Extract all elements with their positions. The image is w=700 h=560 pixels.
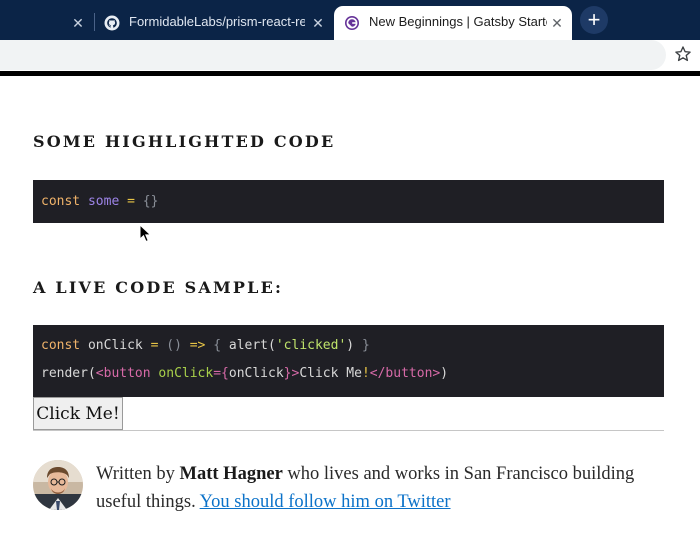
code-block-highlighted: const some = {} — [33, 180, 664, 223]
code-function-call: alert( — [228, 338, 276, 353]
click-me-button[interactable]: Click Me! — [33, 397, 123, 430]
close-tab-icon[interactable]: ✕ — [71, 16, 85, 30]
code-line: const onClick = () => { alert('clicked')… — [41, 338, 664, 366]
tab-title: FormidableLabs/prism-react-re — [129, 14, 305, 29]
code-string: 'clicked' — [275, 338, 347, 353]
twitter-follow-link[interactable]: You should follow him on Twitter — [200, 492, 451, 512]
code-punctuation: = — [213, 366, 222, 381]
close-tab-icon[interactable]: ✕ — [311, 16, 325, 30]
code-keyword: const — [41, 194, 81, 209]
code-punctuation: } — [283, 366, 292, 381]
code-punctuation: ) — [440, 366, 449, 381]
code-text: Click Me — [299, 366, 362, 381]
code-operator: = — [127, 194, 135, 209]
code-attribute: onClick — [158, 366, 214, 381]
code-variable: some — [87, 194, 120, 209]
code-line: render(<button onClick={onClick}>Click M… — [41, 366, 664, 394]
code-punctuation: () — [166, 338, 182, 353]
tab-separator — [94, 13, 95, 31]
browser-toolbar — [0, 40, 700, 72]
code-punctuation: { — [221, 366, 229, 381]
tab-title: New Beginnings | Gatsby Starte — [369, 14, 547, 29]
browser-tab-active[interactable]: New Beginnings | Gatsby Starte ✕ — [334, 6, 572, 40]
code-block-live-sample[interactable]: const onClick = () => { alert('clicked')… — [33, 325, 664, 397]
section-heading-live-code: A LIVE CODE SAMPLE: — [33, 278, 284, 297]
author-name: Matt Hagner — [179, 464, 283, 484]
gatsby-icon — [345, 16, 359, 30]
star-icon[interactable] — [674, 45, 692, 63]
close-tab-icon[interactable]: ✕ — [550, 16, 564, 30]
github-icon — [104, 15, 120, 31]
code-punctuation: { — [213, 338, 222, 353]
code-tag: </button> — [369, 366, 441, 381]
browser-tab-bar: ✕ FormidableLabs/prism-react-re ✕ New Be… — [0, 0, 700, 40]
code-tag: <button — [95, 366, 151, 381]
author-bio: Written by Matt Hagner who lives and wor… — [96, 460, 676, 516]
code-line: const some = {} — [41, 194, 664, 222]
browser-tab-previous[interactable]: ✕ — [0, 6, 94, 40]
code-arrow: => — [189, 338, 206, 353]
browser-tab-github[interactable]: FormidableLabs/prism-react-re ✕ — [96, 6, 332, 40]
mouse-cursor-icon — [139, 224, 152, 243]
code-function-call: render( — [41, 366, 96, 381]
code-punctuation: ) — [346, 338, 355, 353]
section-heading-highlighted-code: SOME HIGHLIGHTED CODE — [33, 132, 336, 151]
code-identifier: onClick — [228, 366, 284, 381]
divider — [33, 430, 664, 431]
new-tab-button[interactable]: + — [580, 6, 608, 34]
code-operator: = — [150, 338, 159, 353]
code-identifier: onClick — [87, 338, 143, 353]
code-keyword: const — [41, 338, 81, 353]
author-avatar — [33, 460, 83, 510]
code-punctuation: {} — [142, 194, 159, 209]
viewport-top-border — [0, 71, 700, 76]
bio-text: Written by — [96, 464, 180, 484]
code-punctuation: } — [361, 338, 370, 353]
code-operator: ! — [361, 366, 370, 381]
address-bar[interactable] — [0, 40, 666, 70]
